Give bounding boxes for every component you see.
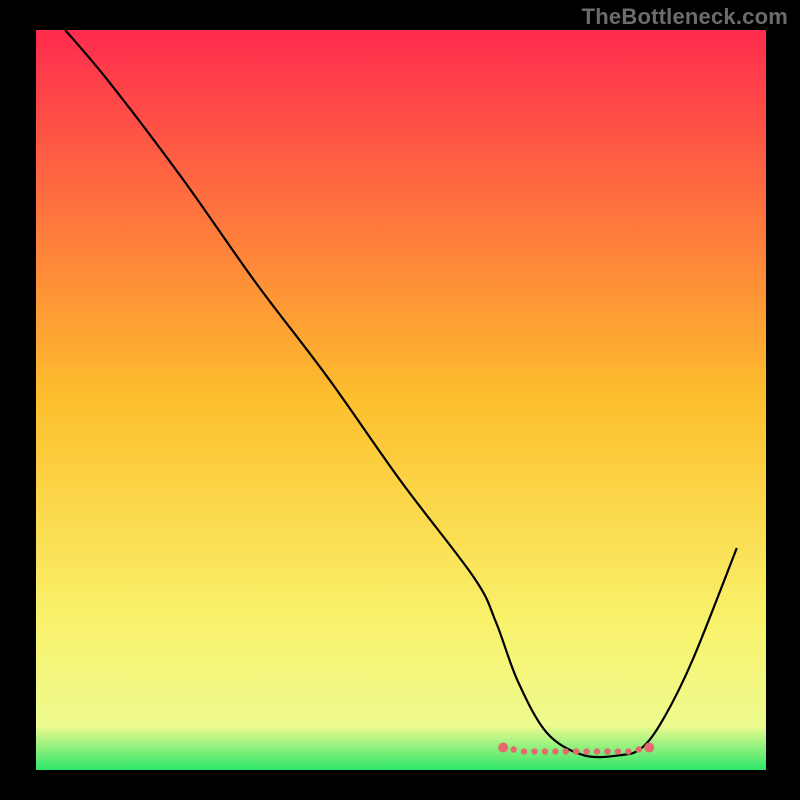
chart-container: TheBottleneck.com <box>0 0 800 800</box>
bottleneck-chart <box>0 0 800 800</box>
gradient-background <box>36 30 766 770</box>
